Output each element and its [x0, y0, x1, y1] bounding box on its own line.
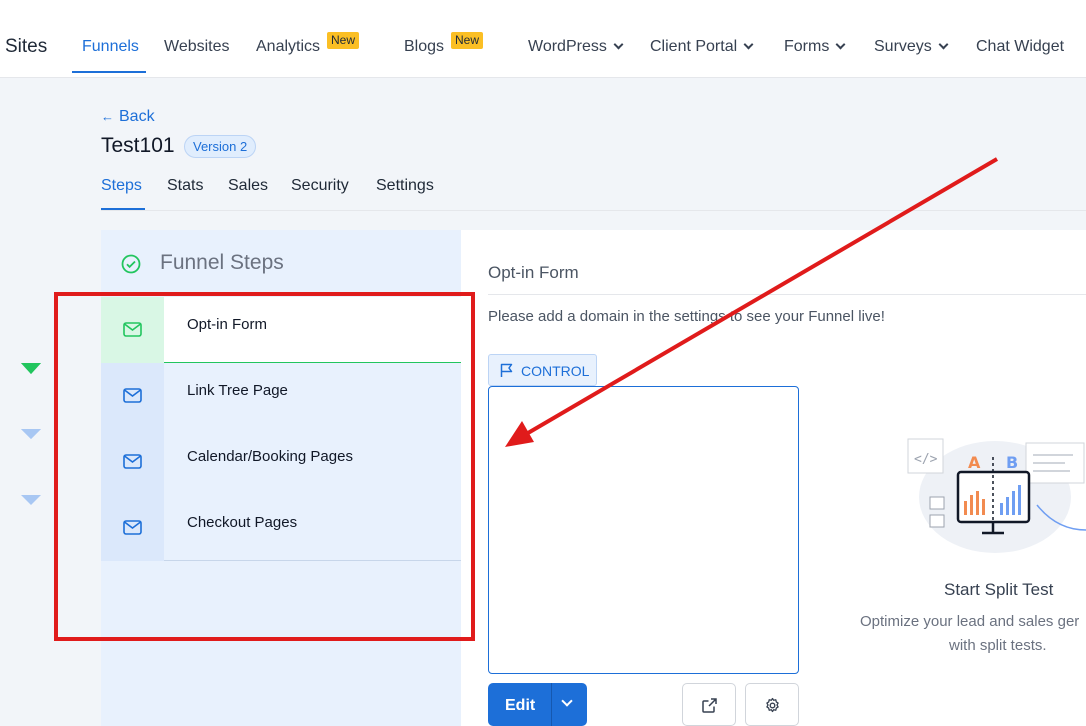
split-test-description-line2: with split tests.	[949, 637, 1047, 654]
split-test-description: Optimize your lead and sales ger	[860, 613, 1080, 630]
check-circle-icon	[121, 254, 141, 274]
tab-security[interactable]: Security	[291, 177, 349, 195]
chevron-down-icon	[835, 39, 846, 50]
page-title: Test101	[101, 134, 175, 157]
nav-client-portal[interactable]: Client Portal	[650, 38, 754, 56]
step-checkout-pages[interactable]: Checkout Pages	[101, 495, 461, 561]
nav-websites[interactable]: Websites	[164, 38, 230, 56]
new-badge: New	[327, 32, 360, 49]
step-icon-cell	[101, 495, 164, 561]
nav-analytics[interactable]: Analytics	[256, 38, 320, 56]
chevron-down-icon[interactable]	[561, 695, 573, 707]
arrow-left-icon: ←	[101, 109, 114, 124]
control-tag[interactable]: CONTROL	[488, 354, 597, 386]
variant-a-letter: A	[968, 453, 981, 472]
step-icon-cell	[101, 363, 164, 429]
tab-sales[interactable]: Sales	[228, 177, 268, 195]
step-connector	[21, 363, 41, 374]
divider	[488, 294, 1086, 295]
page-preview[interactable]	[488, 386, 799, 674]
mail-icon	[123, 520, 142, 535]
new-badge: New	[451, 32, 484, 49]
mail-icon	[123, 388, 142, 403]
chevron-down-icon	[613, 39, 624, 50]
open-preview-button[interactable]	[682, 683, 736, 726]
step-detail-title: Opt-in Form	[488, 263, 579, 282]
nav-wordpress-label: WordPress	[528, 38, 607, 55]
gear-icon	[766, 697, 779, 713]
svg-text:</>: </>	[914, 452, 938, 467]
variant-b-letter: B	[1006, 453, 1018, 472]
step-calendar-booking-pages[interactable]: Calendar/Booking Pages	[101, 429, 461, 495]
step-icon-cell	[101, 429, 164, 495]
step-connector	[21, 495, 41, 505]
nav-forms-label: Forms	[784, 38, 830, 55]
nav-wordpress[interactable]: WordPress	[528, 38, 624, 56]
edit-separator	[551, 683, 552, 726]
nav-client-portal-label: Client Portal	[650, 38, 738, 55]
split-test-title: Start Split Test	[944, 580, 1054, 599]
step-opt-in-form[interactable]: Opt-in Form	[101, 297, 461, 363]
nav-surveys-label: Surveys	[874, 38, 932, 55]
nav-chat-widget[interactable]: Chat Widget	[976, 38, 1064, 56]
step-settings-button[interactable]	[745, 683, 799, 726]
version-badge: Version 2	[184, 135, 257, 158]
mail-icon	[123, 322, 142, 337]
edit-button[interactable]: Edit	[488, 683, 587, 726]
nav-blogs[interactable]: Blogs	[404, 38, 444, 56]
step-connector	[21, 429, 41, 439]
tab-settings[interactable]: Settings	[376, 177, 434, 195]
nav-surveys[interactable]: Surveys	[874, 38, 949, 56]
brand-title: Sites	[5, 36, 48, 57]
step-label: Opt-in Form	[187, 316, 268, 333]
step-link-tree-page[interactable]: Link Tree Page	[101, 363, 461, 429]
control-label: CONTROL	[521, 363, 590, 379]
nav-funnels[interactable]: Funnels	[82, 38, 139, 56]
step-label: Checkout Pages	[187, 514, 298, 531]
external-link-icon	[702, 698, 717, 713]
chevron-down-icon	[938, 39, 949, 50]
top-navbar: Sites Funnels Websites Analytics New Blo…	[0, 0, 1086, 78]
flag-icon	[500, 363, 513, 377]
step-label: Calendar/Booking Pages	[187, 448, 353, 465]
step-icon-cell	[101, 297, 164, 363]
domain-notice: Please add a domain in the settings to s…	[488, 308, 885, 325]
tab-stats[interactable]: Stats	[167, 177, 203, 195]
chevron-down-icon	[743, 39, 754, 50]
funnel-steps-title: Funnel Steps	[160, 251, 284, 274]
back-link[interactable]: ← Back	[101, 108, 155, 126]
tab-steps[interactable]: Steps	[101, 177, 142, 195]
step-label: Link Tree Page	[187, 382, 288, 399]
mail-icon	[123, 454, 142, 469]
nav-forms[interactable]: Forms	[784, 38, 846, 56]
split-test-illustration: </> A B	[907, 438, 1086, 553]
edit-label: Edit	[505, 697, 536, 714]
tab-divider	[101, 210, 1086, 211]
back-label: Back	[119, 108, 155, 125]
nav-active-underline	[72, 71, 146, 73]
